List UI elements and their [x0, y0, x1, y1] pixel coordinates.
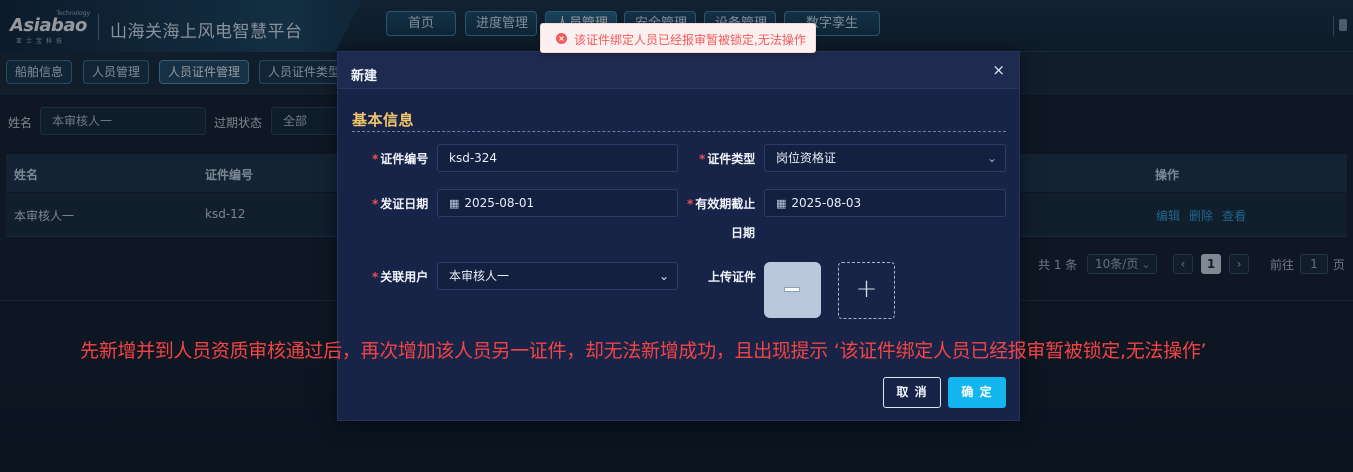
dialog-header: 新建 × — [338, 52, 1019, 89]
section-title: 基本信息 — [352, 111, 415, 129]
confirm-button[interactable]: 确 定 — [948, 377, 1006, 408]
cert-type-value: 岗位资格证 — [776, 151, 837, 165]
issue-date-picker[interactable]: ▦ 2025-08-01 — [437, 189, 678, 217]
chevron-down-icon: ⌄ — [986, 151, 997, 165]
expire-date-picker[interactable]: ▦ 2025-08-03 — [764, 189, 1006, 217]
toast-message: 该证件绑定人员已经报审暂被锁定,无法操作 — [574, 33, 806, 47]
user-select[interactable]: 本审核人一 ⌄ — [437, 262, 678, 290]
cancel-button[interactable]: 取 消 — [883, 377, 941, 408]
calendar-icon: ▦ — [776, 197, 787, 210]
upload-label: 上传证件 — [708, 270, 757, 284]
error-icon: × — [556, 33, 567, 44]
dialog-title: 新建 — [351, 69, 378, 84]
issue-date-value: 2025-08-01 — [464, 196, 535, 210]
issue-date-label: * 发证日期 — [372, 197, 429, 211]
section-divider — [352, 131, 1006, 132]
uploaded-cert-thumbnail[interactable] — [764, 262, 821, 318]
expire-date-label-text: 有效期截止 — [695, 197, 756, 211]
plus-icon: + — [855, 274, 878, 304]
chevron-down-icon: ⌄ — [658, 269, 669, 283]
upload-add-button[interactable]: + — [838, 262, 895, 319]
issue-date-label-text: 发证日期 — [380, 197, 429, 211]
close-icon[interactable]: × — [992, 61, 1005, 79]
user-label-text: 关联用户 — [380, 270, 429, 284]
expire-date-value: 2025-08-03 — [791, 196, 862, 210]
create-cert-dialog: 新建 × 基本信息 * 证件编号 ksd-324 * 证件类型 岗位资格证 ⌄ * 发… — [337, 51, 1020, 421]
calendar-icon: ▦ — [449, 197, 460, 210]
user-label: * 关联用户 — [372, 270, 429, 284]
error-toast: × 该证件绑定人员已经报审暂被锁定,无法操作 — [540, 23, 816, 53]
cert-no-input[interactable]: ksd-324 — [437, 144, 678, 172]
expire-date-label-line2: 日期 — [731, 226, 756, 240]
cert-type-label: * 证件类型 — [699, 152, 756, 166]
cert-no-label-text: 证件编号 — [380, 152, 429, 166]
expire-date-label: * 有效期截止 — [687, 197, 756, 211]
annotation-note: 先新增并到人员资质审核通过后，再次增加该人员另一证件，却无法新增成功，且出现提示… — [80, 340, 1207, 362]
cert-type-select[interactable]: 岗位资格证 ⌄ — [764, 144, 1006, 172]
user-value: 本审核人一 — [449, 269, 510, 283]
cert-type-label-text: 证件类型 — [707, 152, 756, 166]
cert-no-label: * 证件编号 — [372, 152, 429, 166]
